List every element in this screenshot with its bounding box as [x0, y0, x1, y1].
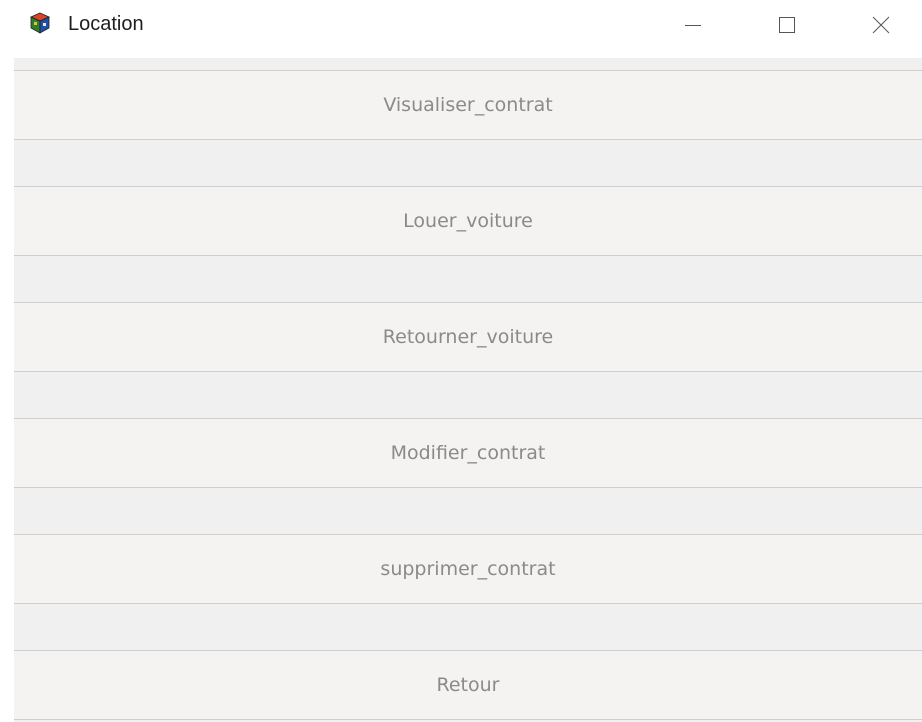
close-icon — [871, 15, 891, 35]
modifier-contrat-button[interactable]: Modifier_contrat — [14, 418, 922, 488]
close-button[interactable] — [858, 0, 904, 50]
app-window: Location Visualiser_contrat Louer_voitur… — [0, 0, 922, 722]
retour-button[interactable]: Retour — [14, 650, 922, 720]
button-panel: Visualiser_contrat Louer_voiture Retourn… — [14, 58, 922, 722]
title-bar[interactable]: Location — [0, 0, 922, 50]
button-label: Retourner_voiture — [382, 326, 554, 348]
minimize-icon — [683, 15, 703, 35]
maximize-icon — [777, 15, 797, 35]
button-label: Retour — [436, 674, 500, 696]
maximize-button[interactable] — [764, 0, 810, 50]
visualiser-contrat-button[interactable]: Visualiser_contrat — [14, 70, 922, 140]
app-cube-icon — [30, 12, 50, 34]
louer-voiture-button[interactable]: Louer_voiture — [14, 186, 922, 256]
retourner-voiture-button[interactable]: Retourner_voiture — [14, 302, 922, 372]
button-label: supprimer_contrat — [380, 558, 556, 580]
button-label: Louer_voiture — [403, 210, 533, 232]
button-label: Modifier_contrat — [390, 442, 546, 464]
minimize-button[interactable] — [670, 0, 716, 50]
button-label: Visualiser_contrat — [383, 94, 553, 116]
window-title: Location — [68, 13, 144, 35]
supprimer-contrat-button[interactable]: supprimer_contrat — [14, 534, 922, 604]
